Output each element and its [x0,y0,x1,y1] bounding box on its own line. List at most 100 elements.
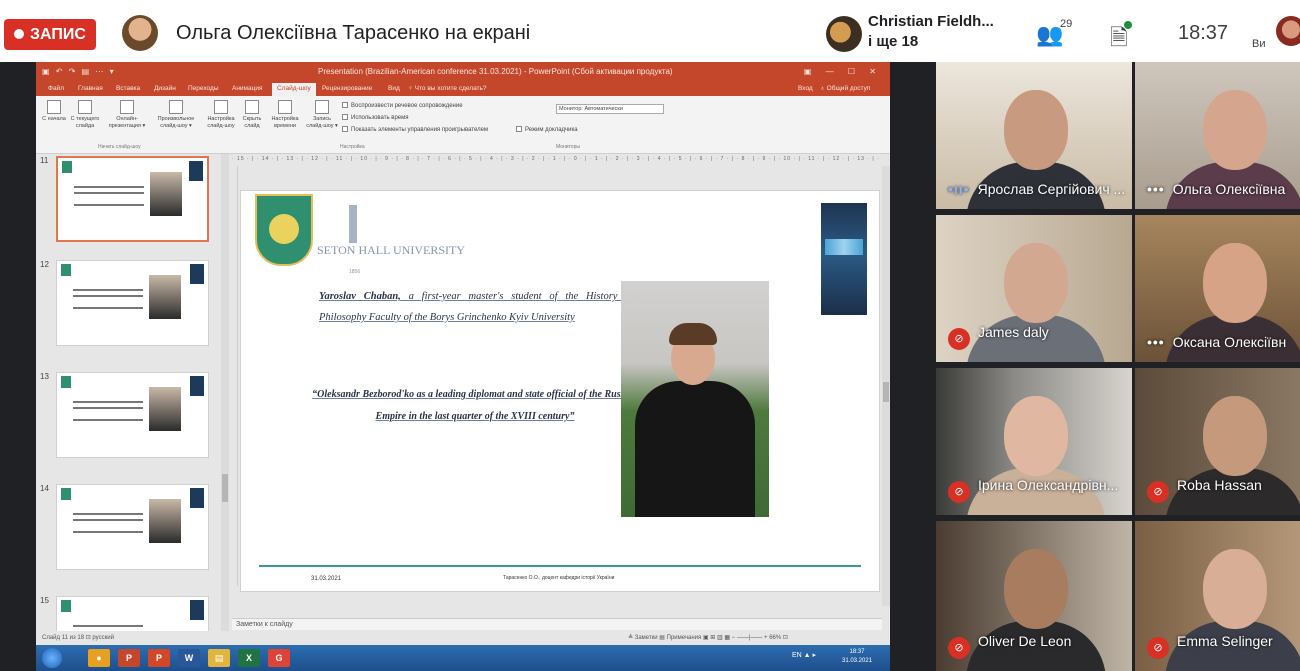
mic-off-icon: ⊘ [948,328,970,350]
taskbar-powerpoint-icon[interactable]: P [118,649,140,667]
slide-thumbnail-11[interactable] [56,156,209,242]
seton-hall-logo: SETON HALL UNIVERSITY 1856 [317,205,465,275]
hide-slide-button[interactable]: Скрыть слайд [238,100,266,130]
record-slideshow-button[interactable]: Запись слайд-шоу ▾ [304,100,340,130]
participant-tile[interactable]: ⊘ James daly [936,215,1132,362]
tab-insert[interactable]: Вставка [116,85,140,92]
thumb-line [74,186,144,188]
taskbar-powerpoint-icon[interactable]: P [148,649,170,667]
online-presentation-button[interactable]: Онлайн-презентация ▾ [106,100,148,130]
ribbon-slideshow: С начала С текущего слайда Онлайн-презен… [36,96,890,154]
view-controls[interactable]: ≜ Заметки ▤ Примечания ▣ ⊞ ▥ ▦ − ——|—— +… [628,631,788,645]
participant-tile[interactable]: ⊘ Emma Selinger [1135,521,1300,671]
checkbox-media-controls[interactable]: Показать элементы управления проигрывате… [342,126,488,133]
tell-me-search[interactable]: ♀ Что вы хотите сделать? [408,85,487,92]
tab-animation[interactable]: Анимация [232,85,263,92]
windows-start-icon[interactable] [42,648,62,668]
participant-tile[interactable]: ⊘ Roba Hassan [1135,368,1300,515]
thumb-book [189,161,203,181]
participant-tile[interactable]: ⊘ Oliver De Leon [936,521,1132,671]
window-controls[interactable]: ▣ — ☐ ✕ [804,62,882,82]
photo-body [635,381,755,517]
meet-clock: 18:37 [1178,22,1229,44]
participant-tile[interactable]: •ıı• Ярослав Сергійович ... [936,62,1132,209]
slide-thumbnail-13[interactable] [56,372,209,458]
more-options-icon: ••• [1147,334,1165,350]
system-tray[interactable]: EN ▲ ▸ [792,651,816,659]
status-bar: Слайд 11 из 18 ⊡ русский ≜ Заметки ▤ При… [36,631,890,645]
talk-topic-text: “Oleksandr Bezborod'ko as a leading dipl… [312,389,638,422]
rehearse-timings-button[interactable]: Настройка времени [268,100,302,130]
timer-icon [278,100,292,114]
me-label: Ви [1252,38,1266,50]
tab-file[interactable]: Файл [48,85,64,92]
checkbox-use-timings[interactable]: Использовать время [342,114,409,121]
pinned-participant-avatar[interactable] [826,16,862,52]
presenter-avatar [122,15,158,51]
powerpoint-title-bar: ▣ ↶ ↷ ▤ ⋯ ▾ Presentation (Brazilian-Amer… [36,62,890,82]
notes-pane[interactable]: Заметки к слайду [232,618,882,630]
shared-powerpoint-window: ▣ ↶ ↷ ▤ ⋯ ▾ Presentation (Brazilian-Amer… [36,62,890,671]
taskbar-time: 18:37 [849,649,865,655]
setup-slideshow-button[interactable]: Настройка слайд-шоу [204,100,238,130]
tab-review[interactable]: Рецензирование [322,85,372,92]
quick-access-toolbar[interactable]: ▣ ↶ ↷ ▤ ⋯ ▾ [42,62,116,82]
tab-transitions[interactable]: Переходы [188,85,219,92]
thumb-logo [61,264,71,276]
thumb-book [190,376,204,396]
speaking-indicator-icon: •ıı• [948,181,970,197]
thumbnails-scrollbar[interactable] [221,154,229,644]
slide-thumbnail-14[interactable] [56,484,209,570]
slideshow-start-icon [47,100,61,114]
taskbar-chrome-icon[interactable]: ● [88,649,110,667]
book-cover-image [821,203,867,315]
university-crest-logo [255,194,313,266]
slide-scrollbar[interactable] [882,166,890,606]
slide-footer-text: Тарасенко О.О., доцент кафедри історії У… [503,575,615,581]
tab-view[interactable]: Вид [388,85,400,92]
tab-slideshow[interactable]: Слайд-шоу [272,83,316,96]
slide-thumbnails-pane: 11 12 13 14 15 [36,154,221,644]
tile-face [1004,396,1068,476]
participant-tile[interactable]: ••• Оксана Олексіївн [1135,215,1300,362]
tile-face [1004,90,1068,170]
taskbar-google-icon[interactable]: G [268,649,290,667]
slide-thumbnail-12[interactable] [56,260,209,346]
from-beginning-button[interactable]: С начала [40,100,68,123]
tab-design[interactable]: Дизайн [154,85,176,92]
pinned-participant-more[interactable]: і ще 18 [868,33,918,50]
checkbox-icon [342,126,348,132]
thumb-line [73,289,143,291]
current-slide[interactable]: SETON HALL UNIVERSITY 1856 Yaroslav Chab… [240,190,880,592]
scrollbar-thumb[interactable] [222,474,228,502]
slideshow-current-icon [78,100,92,114]
signin-link[interactable]: Вход [798,85,813,92]
monitor-select[interactable]: Монитор: Автоматически [556,104,664,114]
thumb-photo [149,499,181,543]
share-button[interactable]: ♁ Общий доступ [820,85,870,92]
checkbox-narration[interactable]: Воспроизвести речевое сопровождение [342,102,463,109]
from-current-button[interactable]: С текущего слайда [68,100,102,130]
self-avatar[interactable] [1276,16,1300,46]
checkbox-presenter-view[interactable]: Режим докладчика [516,126,578,133]
participant-name: James daly [978,324,1049,340]
taskbar-word-icon[interactable]: W [178,649,200,667]
taskbar-excel-icon[interactable]: X [238,649,260,667]
participants-button[interactable]: 👥 29 [1036,18,1072,48]
thumb-book [190,600,204,620]
pinned-participant-name[interactable]: Christian Fieldh... [868,13,994,30]
chat-button[interactable]: 🗎 [1110,21,1132,59]
thumb-line [73,531,143,533]
participants-count: 29 [1060,18,1073,30]
scrollbar-thumb[interactable] [883,382,889,402]
tile-face [1203,396,1267,476]
participant-tile[interactable]: ⊘ Ірина Олександрівн... [936,368,1132,515]
participant-name: Emma Selinger [1177,633,1273,649]
bridge-illustration [825,239,863,255]
taskbar-explorer-icon[interactable]: ▤ [208,649,230,667]
tab-home[interactable]: Главная [78,85,103,92]
group-setup: Настройка [340,144,365,150]
custom-slideshow-button[interactable]: Произвольное слайд-шоу ▾ [150,100,202,130]
group-monitors: Мониторы [556,144,580,150]
participant-tile[interactable]: ••• Ольга Олексіївна [1135,62,1300,209]
